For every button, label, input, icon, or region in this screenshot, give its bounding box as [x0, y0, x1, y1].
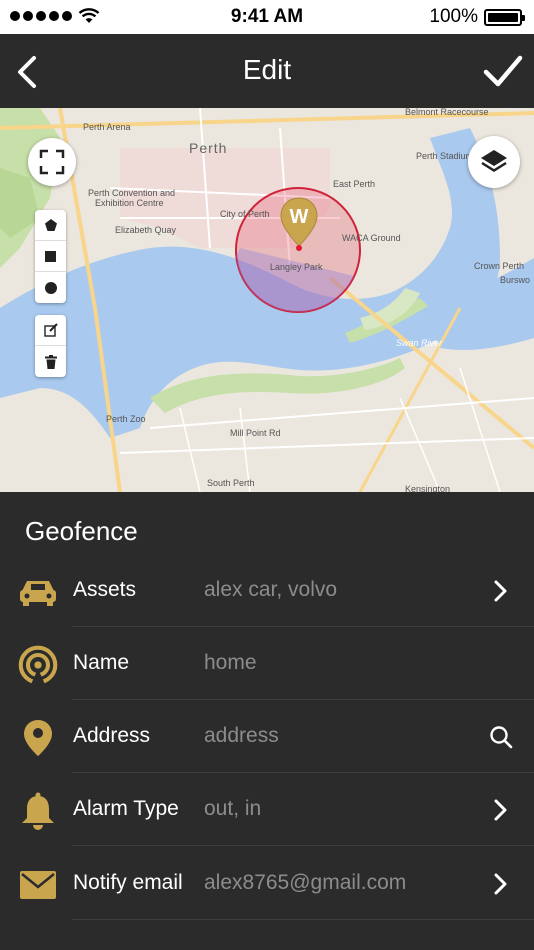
address-label: Address	[73, 724, 151, 747]
map-label-south-perth: South Perth	[207, 478, 255, 488]
map-label-elizabeth-quay: Elizabeth Quay	[115, 225, 177, 235]
bell-icon	[22, 792, 54, 830]
geofence-marker-label: W	[289, 206, 309, 228]
signal-icon	[18, 645, 58, 685]
map-label-swan-river: Swan River	[396, 338, 443, 348]
envelope-icon	[20, 871, 56, 899]
name-label: Name	[73, 651, 130, 674]
car-icon	[20, 581, 56, 606]
draw-shape-toolbar	[35, 210, 66, 303]
notify-email-value: alex8765@gmail.com	[204, 871, 407, 894]
alarm-type-row[interactable]: Alarm Type out, in	[0, 773, 534, 846]
trash-icon	[44, 354, 57, 369]
map-label-perth-zoo: Perth Zoo	[106, 414, 146, 424]
notify-email-label: Notify email	[73, 871, 183, 894]
notify-email-row[interactable]: Notify email alex8765@gmail.com	[0, 847, 534, 920]
assets-row[interactable]: Assets alex car, volvo	[0, 554, 534, 627]
map-view[interactable]: Perth Perth Arena Perth Convention and E…	[0, 108, 534, 492]
nav-bar: Edit	[0, 34, 534, 108]
map-label-perth-stadium: Perth Stadium	[416, 151, 474, 161]
delete-shape-button[interactable]	[35, 346, 66, 377]
draw-circle-button[interactable]	[35, 272, 66, 303]
alarm-type-label: Alarm Type	[73, 797, 179, 820]
fullscreen-icon	[39, 149, 65, 175]
geofence-panel: Geofence Assets alex car, volvo Name hom…	[0, 492, 534, 950]
map-label-langley-park: Langley Park	[270, 262, 323, 272]
draw-rectangle-button[interactable]	[35, 241, 66, 272]
draw-polygon-button[interactable]	[35, 210, 66, 241]
section-title: Geofence	[25, 516, 138, 546]
chevron-right-icon[interactable]	[488, 578, 514, 604]
map-label-mill-point: Mill Point Rd	[230, 428, 281, 438]
battery-icon	[484, 8, 525, 26]
map-label-perth: Perth	[189, 140, 228, 156]
battery-percent: 100%	[429, 6, 478, 27]
square-icon	[45, 250, 56, 262]
edit-toolbar	[35, 315, 66, 377]
done-button[interactable]	[482, 50, 524, 92]
map-label-perth-arena: Perth Arena	[83, 122, 131, 132]
edit-shape-button[interactable]	[35, 315, 66, 346]
assets-label: Assets	[73, 578, 137, 601]
alarm-type-value: out, in	[204, 797, 262, 820]
assets-value: alex car, volvo	[204, 578, 338, 601]
circle-icon	[44, 281, 57, 294]
chevron-right-icon[interactable]	[488, 797, 514, 823]
page-title: Edit	[242, 54, 292, 85]
map-label-burswood: Burswo	[500, 275, 531, 285]
map-label-waca: WACA Ground	[342, 233, 401, 243]
map-label-convention: Perth Convention and	[88, 188, 176, 198]
map-label-exhibition: Exhibition Centre	[95, 198, 164, 208]
location-pin-icon	[24, 720, 52, 756]
layers-button[interactable]	[468, 136, 520, 188]
name-row[interactable]: Name home	[0, 627, 534, 700]
map-label-belmont: Belmont Racecourse	[405, 108, 489, 117]
map-label-east-perth: East Perth	[333, 179, 376, 189]
name-input[interactable]: home	[204, 651, 257, 675]
chevron-right-icon[interactable]	[488, 871, 514, 897]
address-row[interactable]: Address address	[0, 700, 534, 773]
map-label-crown-perth: Crown Perth	[474, 261, 525, 271]
map-label-city-of-perth: City of Perth	[220, 209, 270, 219]
address-input[interactable]: address	[204, 724, 279, 748]
layers-icon	[481, 150, 507, 172]
status-bar: 9:41 AM 100%	[0, 0, 534, 34]
fullscreen-button[interactable]	[28, 138, 76, 186]
search-icon[interactable]	[488, 724, 514, 750]
polygon-icon	[44, 219, 57, 231]
divider	[72, 845, 534, 846]
edit-icon	[43, 323, 58, 337]
map-label-kensington: Kensington	[405, 484, 451, 492]
divider	[72, 919, 534, 920]
